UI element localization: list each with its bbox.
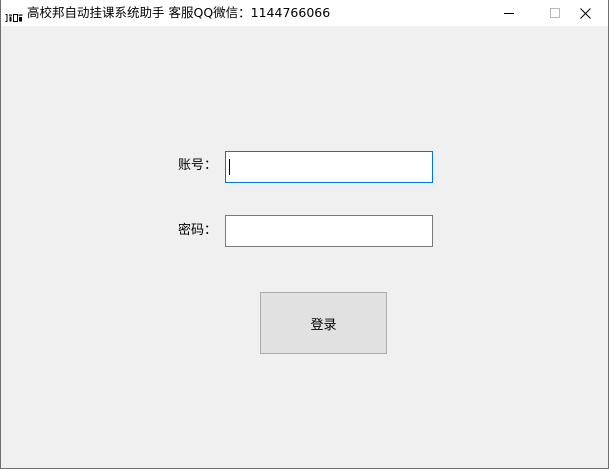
account-input[interactable] [225, 151, 433, 183]
account-label: 账号： [178, 158, 218, 173]
login-button[interactable]: 登录 [260, 292, 387, 354]
minimize-button[interactable] [486, 0, 532, 26]
title-bar[interactable]: 高校邦自动挂课系统助手 客服QQ微信：1144766066 [1, 0, 608, 26]
window-title: 高校邦自动挂课系统助手 客服QQ微信：1144766066 [27, 5, 331, 20]
password-input[interactable] [225, 215, 433, 247]
text-caret [229, 159, 230, 175]
close-button[interactable] [562, 0, 608, 26]
app-logo-icon[interactable] [5, 8, 23, 22]
maximize-icon [550, 8, 560, 18]
app-window: 高校邦自动挂课系统助手 客服QQ微信：1144766066 账号： 密码： 登录 [0, 0, 609, 469]
minimize-icon [504, 13, 514, 14]
password-label: 密码： [178, 223, 218, 238]
close-icon [580, 8, 591, 19]
